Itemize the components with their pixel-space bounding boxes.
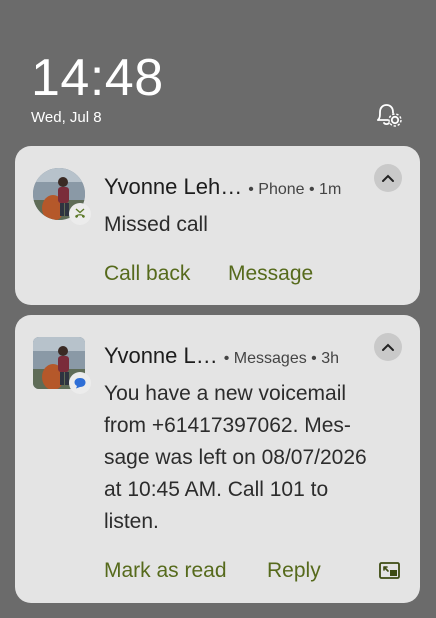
body-line: You have a new voicemail	[104, 382, 347, 405]
date: Wed, Jul 8	[31, 109, 102, 126]
message-button[interactable]: Message	[228, 262, 313, 286]
contact-name: Yvonne Leh…	[104, 174, 243, 199]
app-meta: • Messages • 3h	[223, 350, 340, 367]
body-line: from +61417397062. Mes-	[104, 414, 351, 437]
body-line: sage was left on 08/07/2026	[104, 446, 367, 469]
expand-button[interactable]	[374, 164, 402, 192]
picture-in-picture-icon	[379, 562, 400, 579]
notification-header: Yvonne Leh… • Phone • 1m	[104, 174, 341, 200]
message-bubble-icon	[74, 378, 86, 389]
missed-call-icon	[75, 208, 85, 218]
app-meta: • Phone • 1m	[248, 181, 342, 198]
notification-settings-icon[interactable]	[374, 102, 402, 128]
notification-body: Missed call	[104, 213, 208, 236]
chevron-up-icon	[382, 343, 394, 351]
notification-header: Yvonne L… • Messages • 3h	[104, 343, 339, 369]
call-back-button[interactable]: Call back	[104, 262, 190, 286]
picture-in-picture-button[interactable]	[378, 560, 402, 582]
expand-button[interactable]	[374, 333, 402, 361]
notification-card-voicemail[interactable]: Yvonne L… • Messages • 3h You have a new…	[15, 315, 420, 603]
message-badge	[69, 372, 91, 394]
reply-button[interactable]: Reply	[267, 559, 321, 583]
body-line: listen.	[104, 510, 159, 533]
mark-as-read-button[interactable]: Mark as read	[104, 559, 227, 583]
notification-body: You have a new voicemail from +614173970…	[104, 378, 367, 538]
body-line: at 10:45 AM. Call 101 to	[104, 478, 329, 501]
chevron-up-icon	[382, 174, 394, 182]
contact-name: Yvonne L…	[104, 343, 218, 368]
notification-card-missed-call[interactable]: Yvonne Leh… • Phone • 1m Missed call Cal…	[15, 146, 420, 305]
clock: 14:48	[31, 49, 164, 107]
missed-call-badge	[69, 203, 91, 225]
